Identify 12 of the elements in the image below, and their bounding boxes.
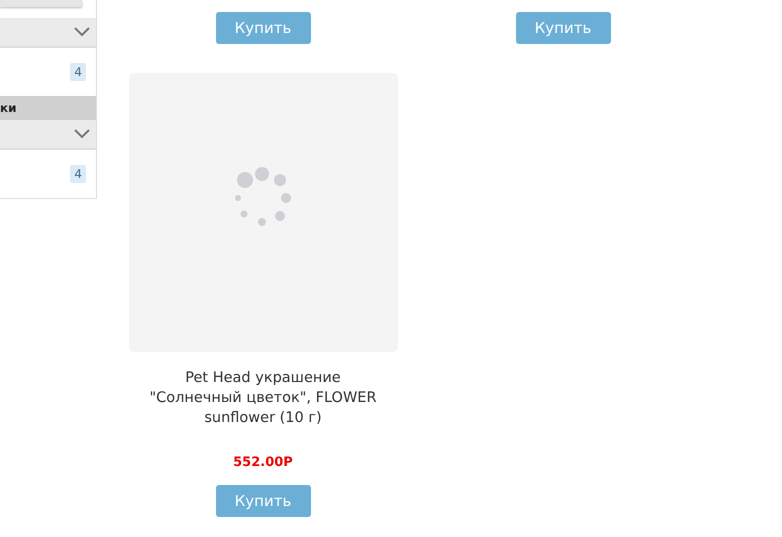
- dropdown[interactable]: [0, 18, 96, 48]
- product-title[interactable]: Pet Head украшение "Солнечный цветок", FLOWER sunflower (10 г): [138, 368, 388, 448]
- count-badge: 4: [70, 165, 86, 183]
- chevron-down-icon: [74, 27, 90, 37]
- dropdown[interactable]: [0, 120, 96, 150]
- section-header: ки: [0, 96, 96, 120]
- buy-button[interactable]: Купить: [516, 12, 610, 44]
- buy-button[interactable]: Купить: [216, 485, 310, 517]
- product-price: 552.00Р: [233, 455, 293, 470]
- chevron-down-icon: [74, 129, 90, 139]
- count-badge: 4: [70, 63, 86, 81]
- buy-button[interactable]: Купить: [216, 12, 310, 44]
